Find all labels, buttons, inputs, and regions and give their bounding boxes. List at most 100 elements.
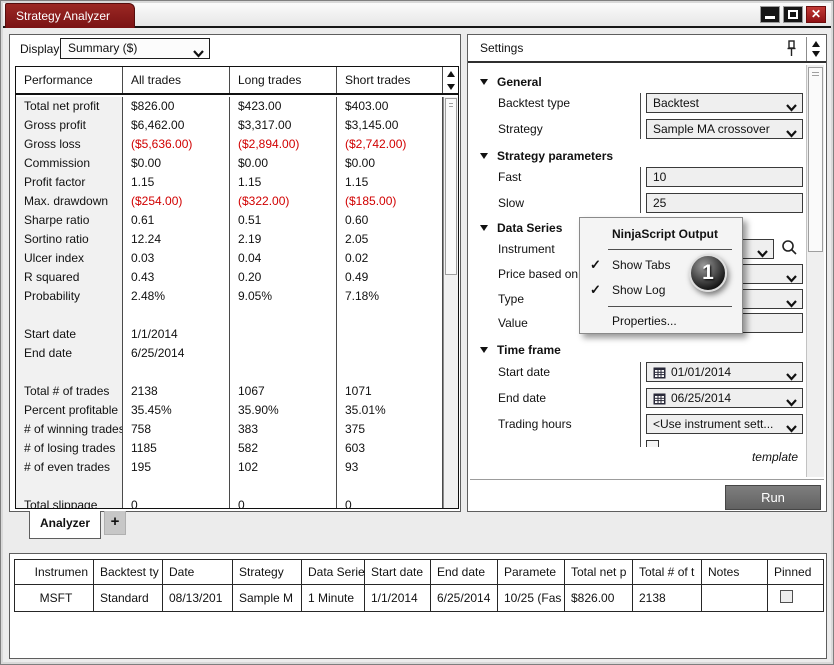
results-panel: InstrumenBacktest tyDateStrategyData Ser…: [9, 553, 827, 659]
chevron-down-icon: [193, 45, 204, 64]
scrollbar-thumb[interactable]: [808, 67, 823, 252]
performance-cell: $0.00: [230, 154, 337, 173]
performance-cell: 0.03: [123, 249, 230, 268]
results-column-header[interactable]: Backtest ty: [94, 560, 163, 584]
performance-cell: 0.61: [123, 211, 230, 230]
search-icon[interactable]: [780, 239, 800, 259]
performance-table-header: Performance All trades Long trades Short…: [16, 67, 458, 95]
chevron-down-icon: [786, 125, 797, 139]
performance-row: # of winning trades758383375: [16, 420, 443, 439]
start-date-picker[interactable]: 01/01/2014: [646, 362, 803, 382]
results-column-header[interactable]: Date: [163, 560, 233, 584]
performance-cell: $423.00: [230, 97, 337, 116]
section-strategy-parameters[interactable]: Strategy parameters: [480, 149, 613, 165]
template-link[interactable]: template: [752, 450, 798, 464]
results-column-header[interactable]: Instrumen: [15, 560, 94, 584]
strategy-dropdown[interactable]: Sample MA crossover: [646, 119, 803, 139]
fast-input[interactable]: 10: [646, 167, 803, 187]
thumb-grip: [449, 106, 453, 107]
performance-table: Performance All trades Long trades Short…: [15, 66, 459, 509]
window-title: Strategy Analyzer: [16, 9, 110, 23]
backtest-type-dropdown[interactable]: Backtest: [646, 93, 803, 113]
performance-cell: 582: [230, 439, 337, 458]
display-dropdown[interactable]: Summary ($): [60, 38, 210, 59]
performance-cell: 93: [337, 458, 443, 477]
maximize-button[interactable]: [783, 6, 803, 23]
chevron-down-icon: [786, 270, 797, 284]
end-date-picker[interactable]: 06/25/2014: [646, 388, 803, 408]
performance-cell: 375: [337, 420, 443, 439]
results-column-header[interactable]: Notes: [702, 560, 768, 584]
performance-cell: 0.20: [230, 268, 337, 287]
minimize-button[interactable]: [760, 6, 780, 23]
settings-scrollbar[interactable]: [806, 65, 824, 477]
performance-row: Sharpe ratio0.610.510.60: [16, 211, 443, 230]
performance-cell: ($254.00): [123, 192, 230, 211]
performance-cell: ($5,636.00): [123, 135, 230, 154]
thumb-grip: [812, 75, 819, 76]
scroll-up-button[interactable]: [812, 41, 820, 47]
section-data-series[interactable]: Data Series: [480, 221, 562, 237]
table-row[interactable]: MSFTStandard08/13/201Sample M1 Minute1/1…: [15, 585, 823, 611]
results-column-header[interactable]: Start date: [365, 560, 431, 584]
run-button[interactable]: Run: [725, 485, 821, 510]
strategy-analyzer-window: Strategy Analyzer ✕ Display Summary ($) …: [0, 0, 834, 665]
section-general[interactable]: General: [480, 75, 542, 91]
results-column-header[interactable]: Total # of t: [633, 560, 702, 584]
results-column-header[interactable]: End date: [431, 560, 498, 584]
performance-cell: ($185.00): [337, 192, 443, 211]
performance-row-label: Total # of trades: [16, 382, 123, 401]
results-column-header[interactable]: Pinned: [768, 560, 823, 584]
performance-cell: $0.00: [337, 154, 443, 173]
menu-item-ninjascript-output[interactable]: NinjaScript Output: [612, 227, 718, 241]
performance-cell: [230, 363, 337, 382]
performance-cell: [230, 306, 337, 325]
strategy-label: Strategy: [498, 119, 543, 139]
performance-row-label: Probability: [16, 287, 123, 306]
add-tab-button[interactable]: +: [104, 511, 126, 535]
performance-cell: 1/1/2014: [123, 325, 230, 344]
window-title-tab: Strategy Analyzer: [5, 3, 135, 28]
performance-cell: 0.51: [230, 211, 337, 230]
performance-cell: $0.00: [123, 154, 230, 173]
performance-cell: [337, 306, 443, 325]
performance-row-label: Sortino ratio: [16, 230, 123, 249]
column-header-short-trades[interactable]: Short trades: [337, 67, 443, 93]
results-column-header[interactable]: Paramete: [498, 560, 565, 584]
results-column-header[interactable]: Strategy: [233, 560, 302, 584]
performance-row: Commission$0.00$0.00$0.00: [16, 154, 443, 173]
close-button[interactable]: ✕: [806, 6, 826, 23]
results-table-header: InstrumenBacktest tyDateStrategyData Ser…: [15, 560, 823, 585]
minimize-icon: [765, 16, 775, 19]
backtest-type-label: Backtest type: [498, 93, 570, 113]
menu-item-properties[interactable]: Properties...: [580, 310, 742, 332]
results-column-header[interactable]: Data Serie: [302, 560, 365, 584]
section-time-frame[interactable]: Time frame: [480, 343, 561, 359]
trading-hours-dropdown[interactable]: <Use instrument sett...: [646, 414, 803, 434]
performance-cell: 7.18%: [337, 287, 443, 306]
column-header-performance[interactable]: Performance: [16, 67, 123, 93]
column-header-long-trades[interactable]: Long trades: [230, 67, 337, 93]
results-column-header[interactable]: Total net p: [565, 560, 633, 584]
performance-cell: [337, 363, 443, 382]
pinned-checkbox[interactable]: [780, 590, 793, 603]
scrollbar-thumb[interactable]: [445, 98, 457, 275]
clipped-checkbox[interactable]: [646, 440, 659, 447]
slow-input[interactable]: 25: [646, 193, 803, 213]
scroll-down-button[interactable]: [812, 51, 820, 57]
pin-icon[interactable]: [786, 40, 797, 61]
title-bar[interactable]: Strategy Analyzer ✕: [3, 3, 831, 28]
settings-scroll-buttons: [806, 37, 824, 61]
performance-row-label: R squared: [16, 268, 123, 287]
divider: [640, 362, 641, 447]
performance-cell: ($2,894.00): [230, 135, 337, 154]
column-header-all-trades[interactable]: All trades: [123, 67, 230, 93]
performance-row-label: # of losing trades: [16, 439, 123, 458]
tab-analyzer[interactable]: Analyzer: [29, 511, 101, 539]
performance-cell: [337, 325, 443, 344]
vertical-scrollbar[interactable]: [443, 97, 458, 508]
scroll-down-button[interactable]: [443, 80, 458, 93]
results-cell: 6/25/2014: [431, 585, 498, 611]
scroll-up-button[interactable]: [443, 67, 458, 80]
chevron-down-icon: [786, 99, 797, 113]
